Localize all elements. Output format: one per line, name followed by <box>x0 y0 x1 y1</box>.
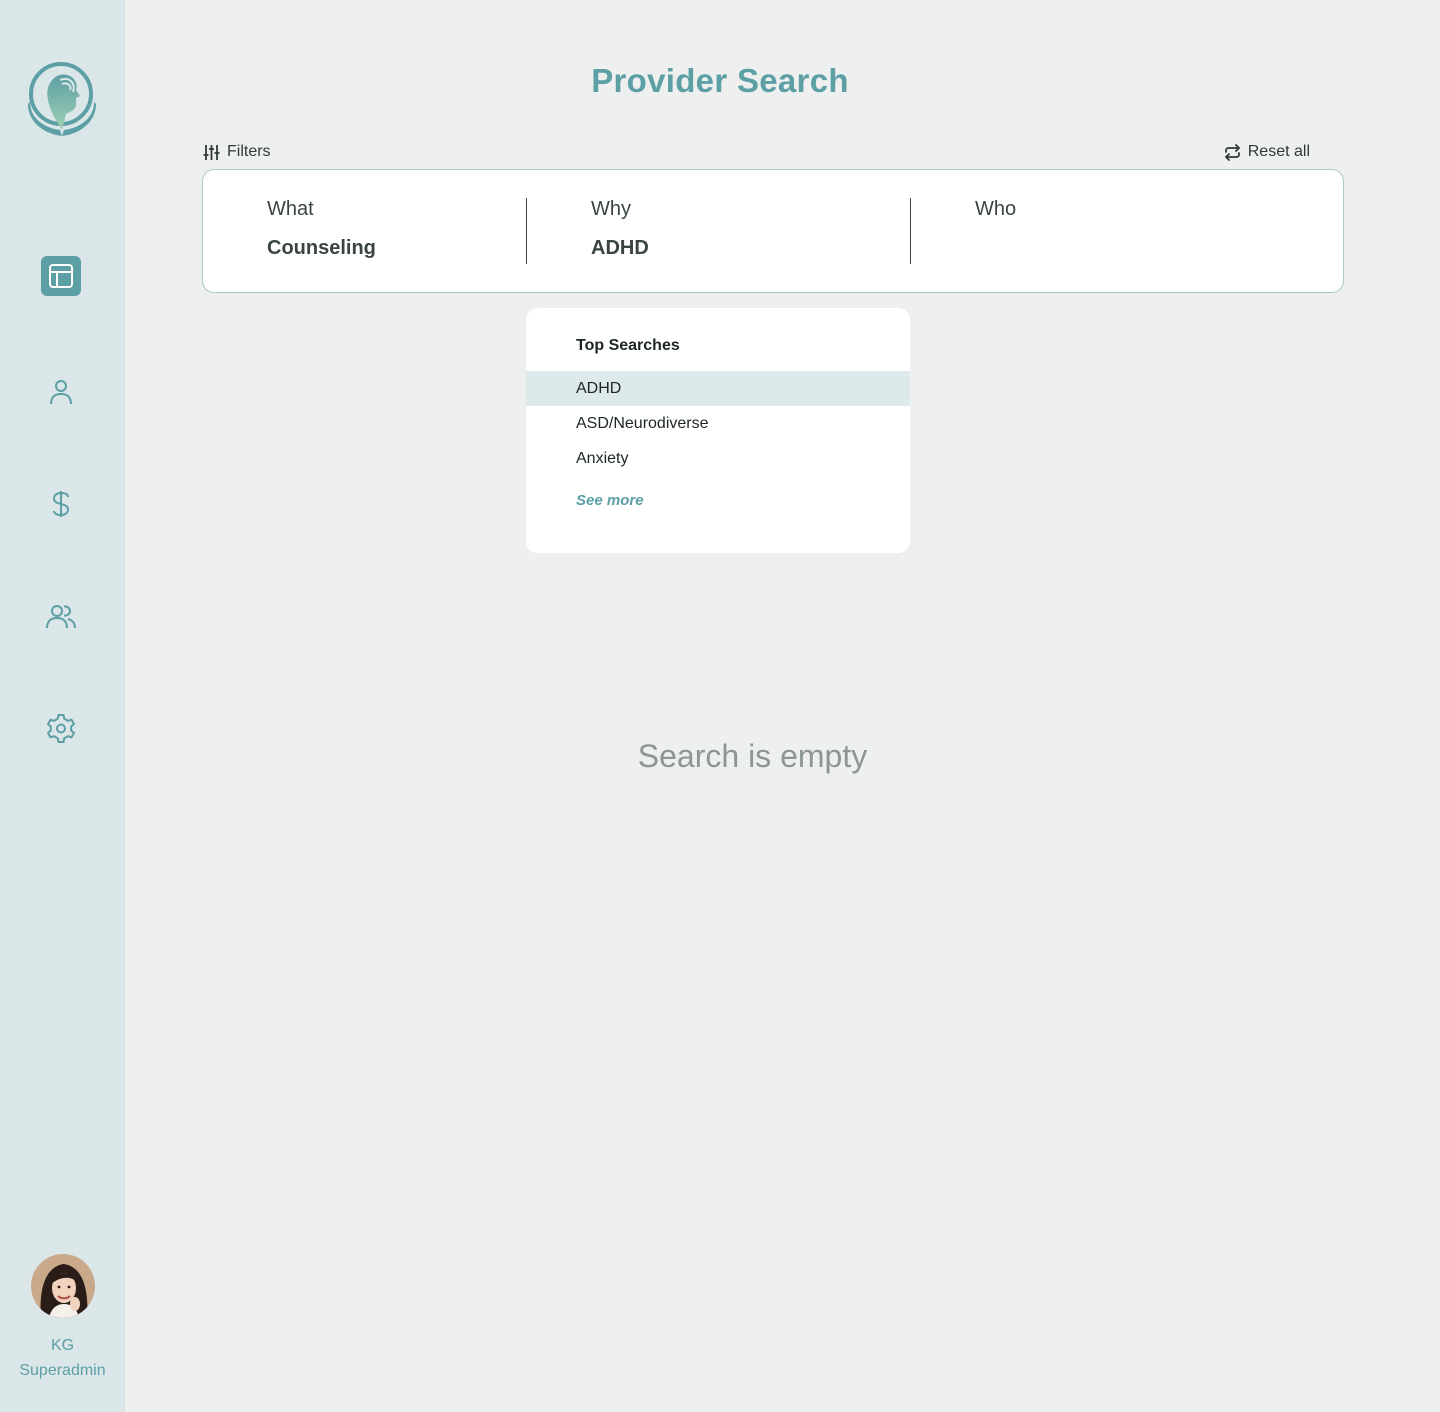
top-searches-dropdown: Top Searches ADHD ASD/Neurodiverse Anxie… <box>526 308 910 553</box>
sidebar: KG Superadmin <box>0 0 125 1412</box>
refresh-icon <box>1224 143 1240 161</box>
top-search-item[interactable]: ADHD <box>526 371 910 406</box>
filter-who[interactable]: Who <box>975 198 1016 237</box>
page-title: Provider Search <box>591 62 849 99</box>
nav-dashboard[interactable] <box>41 256 81 296</box>
filter-what-label: What <box>267 198 314 220</box>
filters-label: Filters <box>227 143 271 160</box>
user-profile[interactable]: KG Superadmin <box>0 1254 125 1383</box>
avatar[interactable] <box>30 1254 95 1318</box>
filter-who-label: Who <box>975 198 1017 220</box>
top-search-item[interactable]: ASD/Neurodiverse <box>526 406 910 441</box>
filter-what-value: Counseling <box>267 237 376 259</box>
reset-all-button[interactable]: Reset all <box>1224 143 1310 161</box>
filter-why-label: Why <box>591 198 631 220</box>
user-initials: KG <box>50 1337 75 1354</box>
app-logo[interactable] <box>26 60 98 142</box>
filters-toggle[interactable]: Filters <box>203 143 271 161</box>
top-search-item[interactable]: Anxiety <box>526 441 910 476</box>
nav-settings[interactable] <box>41 708 81 748</box>
reset-all-label: Reset all <box>1247 143 1310 160</box>
top-searches-title: Top Searches <box>576 337 680 354</box>
sliders-icon <box>203 144 220 160</box>
nav-billing[interactable] <box>41 484 81 524</box>
see-more-link[interactable]: See more <box>576 492 644 509</box>
filter-why[interactable]: Why ADHD <box>591 198 649 260</box>
dollar-icon <box>52 491 70 517</box>
filter-panel: What Counseling Why ADHD Who <box>202 169 1344 293</box>
filter-what[interactable]: What Counseling <box>267 198 376 260</box>
nav-users[interactable] <box>41 596 81 636</box>
dashboard-icon <box>49 264 73 288</box>
user-role: Superadmin <box>19 1362 106 1379</box>
users-icon <box>46 605 76 629</box>
nav-profile[interactable] <box>41 372 81 412</box>
empty-state-message: Search is empty <box>637 738 868 774</box>
user-icon <box>50 380 72 405</box>
filter-divider <box>910 198 911 264</box>
filter-divider <box>526 198 527 264</box>
filter-why-value: ADHD <box>591 237 649 259</box>
gear-icon <box>47 714 75 743</box>
